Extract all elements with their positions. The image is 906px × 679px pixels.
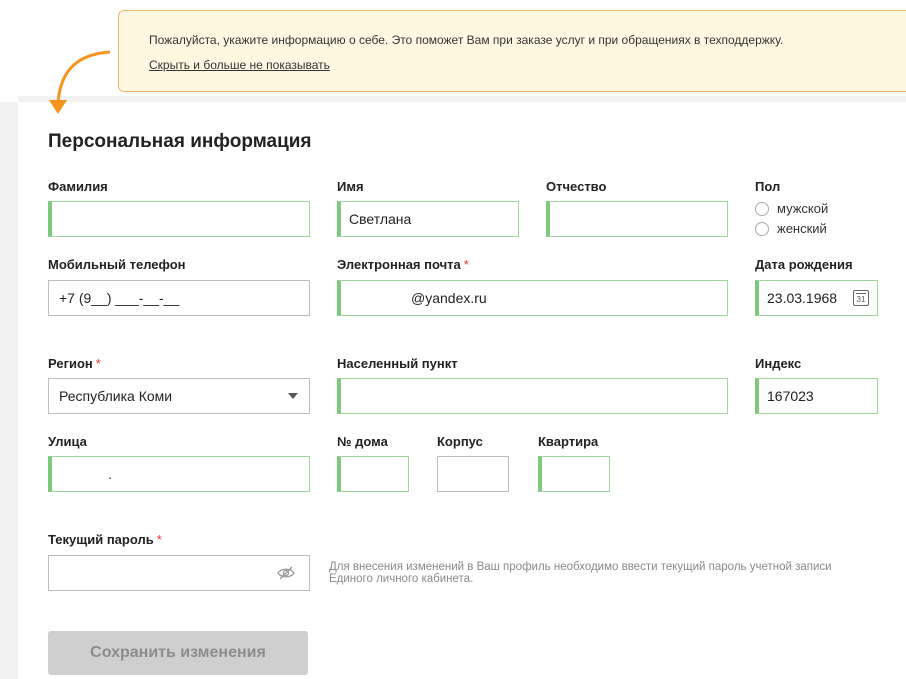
radio-male[interactable] [755, 201, 769, 216]
birthdate-value: 23.03.1968 [767, 290, 838, 306]
region-label: Регион * [48, 356, 101, 371]
hide-hint-link[interactable]: Скрыть и больше не показывать [149, 58, 330, 72]
email-label-text: Электронная почта [337, 257, 461, 272]
profile-hint-banner: Пожалуйста, укажите информацию о себе. Э… [118, 10, 906, 92]
password-required-mark: * [156, 532, 162, 547]
region-value: Республика Коми [59, 388, 173, 404]
birthdate-field[interactable]: 23.03.1968 31 [755, 280, 878, 316]
house-field[interactable] [337, 456, 409, 492]
apartment-label: Квартира [538, 434, 599, 449]
region-select[interactable]: Республика Коми [48, 378, 310, 414]
page-title: Персональная информация [48, 131, 312, 152]
gender-female-option[interactable]: женский [755, 221, 827, 236]
calendar-icon[interactable]: 31 [853, 290, 869, 306]
password-field[interactable] [48, 555, 310, 591]
chevron-down-icon[interactable] [288, 393, 298, 399]
birthdate-label: Дата рождения [755, 257, 853, 272]
locality-field[interactable] [337, 378, 728, 414]
page-left-strip [0, 102, 18, 679]
gender-label: Пол [755, 179, 781, 194]
save-button[interactable]: Сохранить изменения [48, 631, 308, 675]
region-label-text: Регион [48, 356, 93, 371]
postcode-field[interactable]: 167023 [755, 378, 878, 414]
eye-off-icon[interactable] [277, 566, 295, 580]
street-field[interactable]: . [48, 456, 310, 492]
mobile-field[interactable]: +7 (9__) ___-__-__ [48, 280, 310, 316]
building-field[interactable] [437, 456, 509, 492]
first-name-label: Имя [337, 179, 364, 194]
postcode-label: Индекс [755, 356, 802, 371]
region-required-mark: * [95, 356, 101, 371]
radio-female[interactable] [755, 221, 769, 236]
password-note: Для внесения изменений в Ваш профиль нео… [329, 561, 832, 585]
mobile-label: Мобильный телефон [48, 257, 186, 272]
gender-male-label: мужской [777, 201, 829, 216]
street-label: Улица [48, 434, 87, 449]
building-label: Корпус [437, 434, 483, 449]
first-name-field[interactable]: Светлана [337, 201, 519, 237]
password-label-text: Текущий пароль [48, 532, 154, 547]
apartment-field[interactable] [538, 456, 610, 492]
patronymic-field[interactable] [546, 201, 728, 237]
hint-text: Пожалуйста, укажите информацию о себе. Э… [149, 33, 784, 47]
surname-label: Фамилия [48, 179, 108, 194]
email-required-mark: * [463, 257, 469, 272]
locality-label: Населенный пункт [337, 356, 458, 371]
house-label: № дома [337, 434, 388, 449]
password-label: Текущий пароль * [48, 532, 162, 547]
email-field[interactable]: @yandex.ru [337, 280, 728, 316]
surname-field[interactable] [48, 201, 310, 237]
gender-female-label: женский [777, 221, 827, 236]
patronymic-label: Отчество [546, 179, 607, 194]
email-label: Электронная почта * [337, 257, 469, 272]
gender-male-option[interactable]: мужской [755, 201, 828, 216]
arrow-icon [49, 50, 111, 114]
